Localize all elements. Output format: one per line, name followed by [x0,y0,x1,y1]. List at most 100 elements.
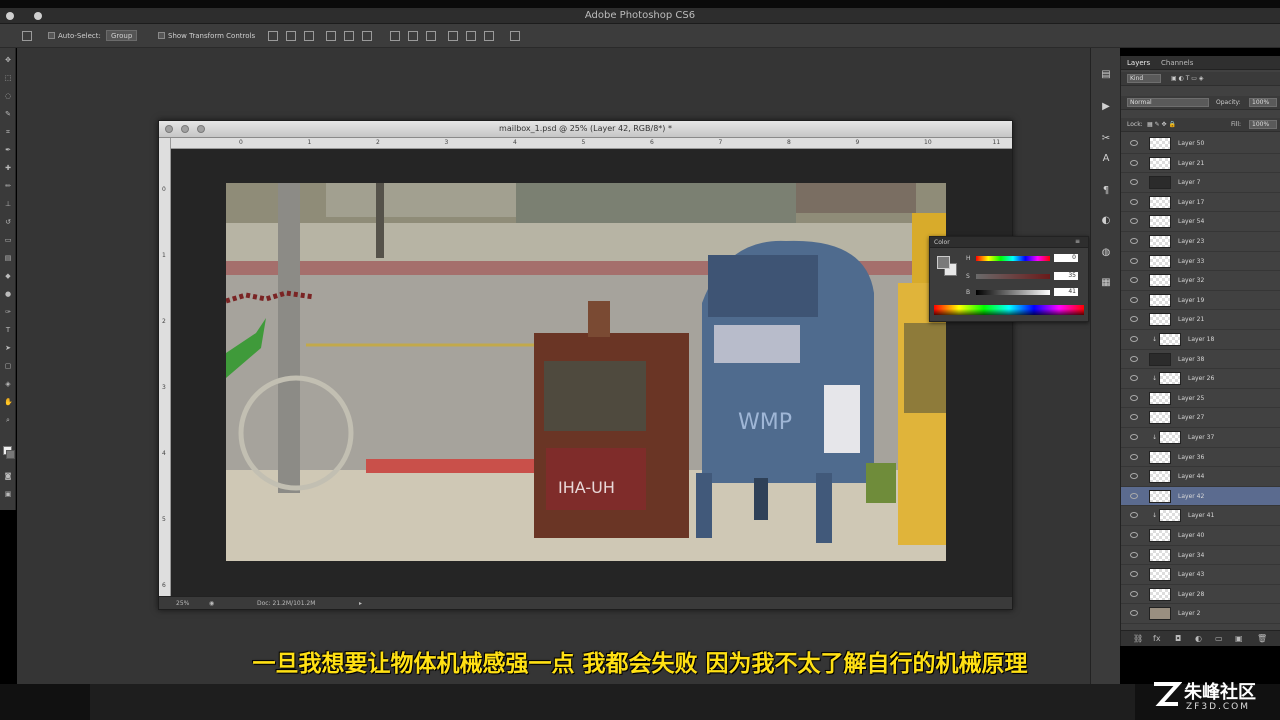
canvas-image[interactable]: IHA-UH WMP [226,183,946,561]
tab-channels[interactable]: Channels [1161,59,1193,67]
visibility-eye-icon[interactable] [1130,532,1138,538]
new-layer-icon[interactable]: ▣ [1235,634,1243,643]
tools-preset-icon[interactable]: ✂ [1099,132,1113,146]
status-menu-icon[interactable]: ◉ [209,600,214,607]
visibility-eye-icon[interactable] [1130,590,1138,597]
layer-name[interactable]: Layer 34 [1178,552,1204,559]
layer-row[interactable]: Layer 2 [1121,604,1280,624]
distribute-right-icon[interactable] [484,31,494,41]
distribute-top-icon[interactable] [390,31,400,41]
foreground-swatch[interactable] [937,256,950,269]
layer-name[interactable]: Layer 41 [1188,512,1214,519]
tab-layers[interactable]: Layers [1127,59,1150,67]
align-vcenter-icon[interactable] [286,31,296,41]
distribute-hcenter-icon[interactable] [466,31,476,41]
blend-mode-dropdown[interactable]: Normal [1127,98,1209,107]
hue-value[interactable]: 0 [1054,254,1078,262]
visibility-eye-icon[interactable] [1130,571,1138,578]
layer-row[interactable]: ↓ Layer 26 [1121,369,1280,389]
layer-row[interactable]: Layer 19 [1121,291,1280,311]
layer-name[interactable]: Layer 17 [1178,199,1204,206]
layer-row[interactable]: Layer 32 [1121,271,1280,291]
horizontal-ruler[interactable]: 0 1 2 3 4 5 6 7 8 9 10 11 [171,138,1012,149]
visibility-eye-icon[interactable] [1130,296,1138,303]
eyedropper-tool-icon[interactable]: ✒ [4,146,12,154]
opacity-value[interactable]: 100% [1249,98,1277,107]
layer-name[interactable]: Layer 42 [1178,493,1204,500]
visibility-eye-icon[interactable] [1130,159,1138,166]
path-select-tool-icon[interactable]: ➤ [4,344,12,352]
layer-row[interactable]: Layer 42 [1121,486,1280,507]
visibility-eye-icon[interactable] [1130,551,1138,558]
visibility-eye-icon[interactable] [1130,512,1138,519]
clone-stamp-tool-icon[interactable]: ⊥ [4,200,12,208]
3d-tool-icon[interactable]: ◈ [4,380,12,388]
layer-name[interactable]: Layer 38 [1178,356,1204,363]
visibility-eye-icon[interactable] [1130,453,1138,460]
move-tool-icon[interactable] [22,31,32,41]
layer-name[interactable]: Layer 36 [1178,454,1204,461]
visibility-eye-icon[interactable] [1130,355,1138,362]
character-panel-icon[interactable]: A [1099,152,1113,166]
visibility-eye-icon[interactable] [1130,492,1138,499]
actions-panel-icon[interactable]: ▶ [1099,100,1113,114]
color-spectrum-bar[interactable] [934,305,1084,315]
layer-name[interactable]: Layer 21 [1178,316,1204,323]
visibility-eye-icon[interactable] [1130,316,1138,323]
layer-row[interactable]: Layer 23 [1121,232,1280,252]
layer-row[interactable]: ↓ Layer 37 [1121,428,1280,448]
visibility-eye-icon[interactable] [1130,610,1138,617]
history-panel-icon[interactable]: ▤ [1099,68,1113,82]
layer-row[interactable]: Layer 34 [1121,546,1280,566]
visibility-eye-icon[interactable] [1130,434,1138,440]
crop-tool-icon[interactable]: ⌗ [4,128,12,136]
history-brush-tool-icon[interactable]: ↺ [4,218,12,226]
layer-row[interactable]: Layer 50 [1121,134,1280,154]
visibility-eye-icon[interactable] [1130,179,1138,186]
quick-mask-icon[interactable]: ◙ [4,472,12,480]
pen-tool-icon[interactable]: ✑ [4,308,12,316]
auto-select-dropdown[interactable]: Group [106,30,138,41]
fx-icon[interactable]: fx [1153,634,1161,643]
adjustment-layer-icon[interactable]: ◐ [1195,634,1202,643]
healing-tool-icon[interactable]: ✚ [4,164,12,172]
blur-tool-icon[interactable]: ◆ [4,272,12,280]
brightness-slider[interactable] [976,290,1050,295]
marquee-tool-icon[interactable]: ⬚ [4,74,12,82]
paragraph-panel-icon[interactable]: ¶ [1099,184,1113,198]
align-bottom-icon[interactable] [304,31,314,41]
visibility-eye-icon[interactable] [1130,218,1138,225]
layer-name[interactable]: Layer 44 [1178,473,1204,480]
layer-row[interactable]: Layer 33 [1121,252,1280,272]
saturation-value[interactable]: 35 [1054,272,1078,280]
layer-name[interactable]: Layer 28 [1178,591,1204,598]
auto-align-icon[interactable] [510,31,520,41]
layer-name[interactable]: Layer 33 [1178,258,1204,265]
shape-tool-icon[interactable]: ▢ [4,362,12,370]
visibility-eye-icon[interactable] [1130,375,1138,382]
group-icon[interactable]: ▭ [1215,634,1223,643]
type-tool-icon[interactable]: T [4,326,12,334]
move-tool-icon[interactable]: ✥ [4,56,12,64]
layer-name[interactable]: Layer 18 [1188,336,1214,343]
show-transform-checkbox[interactable] [158,32,165,39]
visibility-eye-icon[interactable] [1130,336,1138,342]
layer-name[interactable]: Layer 19 [1178,297,1204,304]
add-mask-icon[interactable]: ◘ [1175,634,1181,643]
status-arrow-icon[interactable]: ▸ [359,600,362,607]
align-hcenter-icon[interactable] [344,31,354,41]
saturation-slider[interactable] [976,274,1050,279]
zoom-tool-icon[interactable]: ⌕ [4,416,12,424]
vertical-ruler[interactable]: 0 1 2 3 4 5 6 [159,138,171,596]
hue-slider[interactable] [976,256,1050,261]
screen-mode-icon[interactable]: ▣ [4,490,12,498]
layer-row[interactable]: Layer 28 [1121,585,1280,605]
fill-value[interactable]: 100% [1249,120,1277,129]
layer-name[interactable]: Layer 2 [1178,610,1200,617]
visibility-eye-icon[interactable] [1130,257,1138,264]
layer-name[interactable]: Layer 40 [1178,532,1204,539]
zoom-level[interactable]: 25% [176,600,189,607]
layer-name[interactable]: Layer 23 [1178,238,1204,245]
layer-row[interactable]: Layer 44 [1121,467,1280,487]
align-right-icon[interactable] [362,31,372,41]
